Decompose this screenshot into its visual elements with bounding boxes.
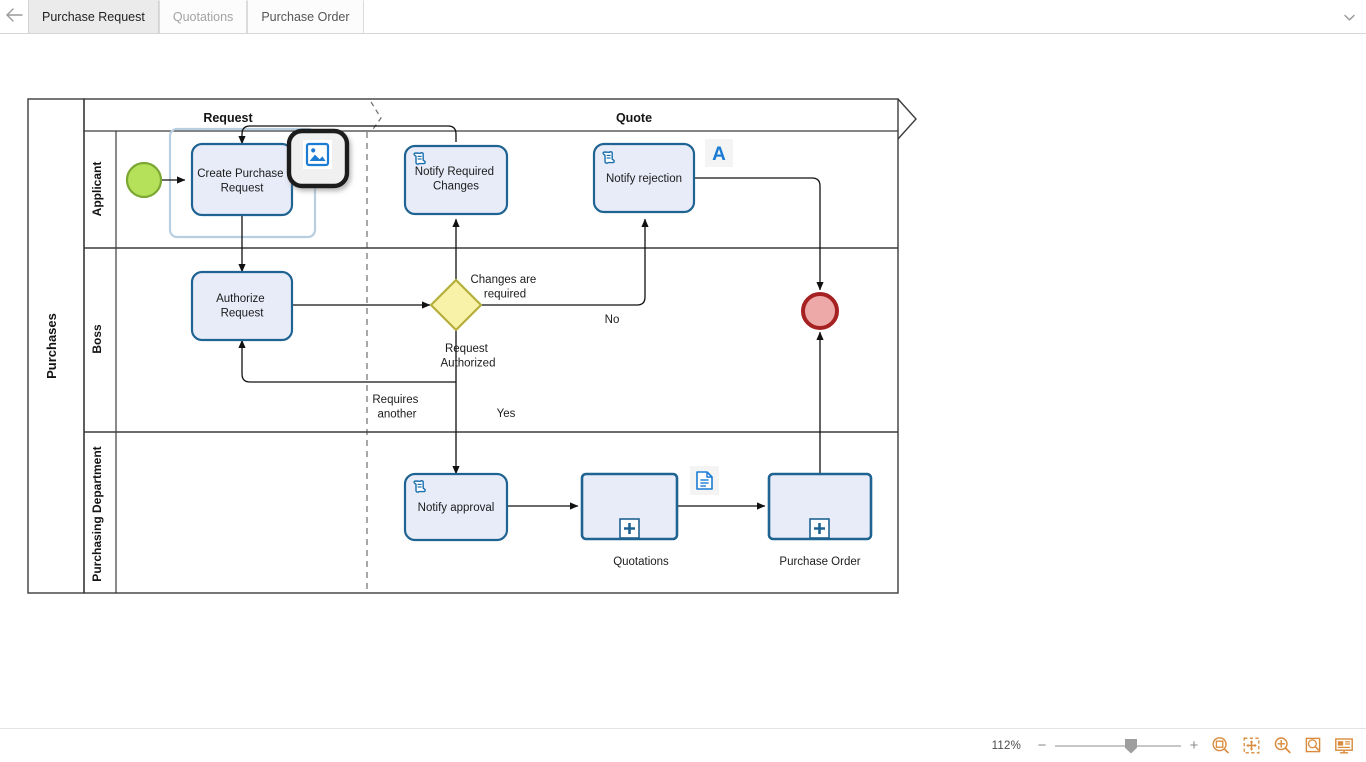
- document-icon[interactable]: [690, 466, 719, 495]
- chevron-down-icon[interactable]: [1338, 7, 1360, 27]
- subprocess-quotations[interactable]: Quotations: [580, 472, 679, 568]
- script-task-icon: [602, 151, 615, 164]
- text-annotation-glyph: A: [712, 144, 726, 165]
- script-task-icon: [413, 152, 426, 165]
- zoom-selection-icon[interactable]: [1301, 734, 1325, 758]
- fit-width-icon[interactable]: [1239, 734, 1263, 758]
- application-window: Purchase Request Quotations Purchase Ord…: [0, 0, 1366, 762]
- phase-label-request: Request: [203, 111, 253, 125]
- pool-chevron: [897, 98, 917, 140]
- tab-purchase-order[interactable]: Purchase Order: [247, 0, 364, 33]
- lane-label-purchasing-department: Purchasing Department: [90, 446, 104, 581]
- flow-label-yes: Yes: [497, 408, 516, 420]
- zoom-slider-thumb[interactable]: [1125, 738, 1137, 754]
- tab-purchase-request[interactable]: Purchase Request: [28, 0, 159, 33]
- zoom-out-button[interactable]: −: [1035, 738, 1049, 753]
- back-arrow-icon[interactable]: [0, 0, 28, 33]
- zoom-in-button[interactable]: +: [1187, 738, 1201, 753]
- task-create-purchase-request[interactable]: Create Purchase Request: [190, 142, 294, 217]
- end-event[interactable]: [801, 292, 839, 330]
- diagram-canvas[interactable]: Purchases Request Quote Applicant Boss P…: [0, 34, 1366, 728]
- task-label-notify-rejection: Notify rejection: [606, 173, 682, 185]
- tab-quotations[interactable]: Quotations: [158, 0, 248, 33]
- flow-label-requires-another: Requires another: [372, 394, 421, 421]
- zoom-level-label: 112%: [991, 739, 1021, 752]
- collapsed-plus-icon: [809, 518, 830, 539]
- flow-labels: Changes are required No Request Authoriz…: [372, 274, 619, 421]
- image-icon[interactable]: [286, 128, 350, 189]
- zoom-slider-track: [1055, 744, 1181, 747]
- subprocess-label-purchase-order: Purchase Order: [779, 556, 860, 568]
- flow-requires-another-loop: [238, 339, 456, 383]
- collapsed-plus-icon: [619, 518, 640, 539]
- phase-divider-chevron: [370, 101, 382, 133]
- flow-label-request-authorized: Request Authorized: [441, 343, 496, 370]
- lane-label-boss: Boss: [90, 324, 104, 354]
- presentation-mode-icon[interactable]: [1332, 734, 1356, 758]
- lane-label-applicant: Applicant: [90, 162, 104, 217]
- flow-notify-rejection-to-end: [694, 177, 824, 291]
- start-event[interactable]: [125, 161, 163, 199]
- flow-label-no: No: [605, 314, 620, 326]
- fit-page-icon[interactable]: [1208, 734, 1232, 758]
- task-label-line1: Create Purchase: [197, 168, 283, 180]
- zoom-in-icon[interactable]: [1270, 734, 1294, 758]
- gateway-request-authorized[interactable]: [429, 278, 483, 332]
- text-annotation-icon[interactable]: A: [705, 139, 733, 167]
- phase-label-quote: Quote: [616, 111, 652, 125]
- task-notify-rejection[interactable]: Notify rejection: [592, 142, 696, 214]
- zoom-slider[interactable]: [1055, 738, 1181, 754]
- subprocess-label-quotations: Quotations: [613, 556, 669, 568]
- flow-label-changes-are-required: Changes are required: [470, 274, 539, 301]
- task-notify-required-changes[interactable]: Notify Required Changes: [403, 144, 509, 216]
- task-label-notify-approval: Notify approval: [418, 502, 495, 514]
- script-task-icon: [413, 480, 426, 493]
- bpmn-diagram: Purchases Request Quote Applicant Boss P…: [27, 98, 917, 594]
- task-authorize-request[interactable]: Authorize Request: [190, 270, 294, 342]
- task-label-line2: Request: [221, 183, 265, 195]
- task-notify-approval[interactable]: Notify approval: [403, 472, 509, 542]
- pool-label: Purchases: [44, 313, 59, 379]
- subprocess-purchase-order[interactable]: Purchase Order: [767, 472, 873, 568]
- status-bar: 112% − +: [0, 728, 1366, 762]
- tab-bar: Purchase Request Quotations Purchase Ord…: [0, 0, 1366, 34]
